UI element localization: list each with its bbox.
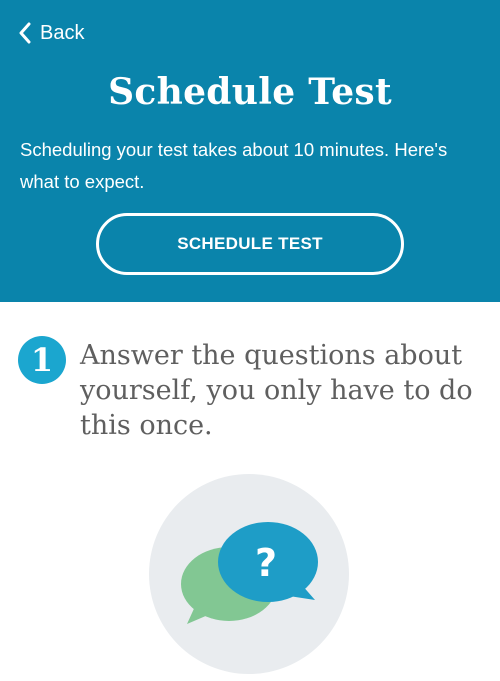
- step-text: Answer the questions about yourself, you…: [80, 340, 473, 441]
- back-button[interactable]: Back: [18, 18, 84, 48]
- chevron-left-icon: [18, 22, 32, 44]
- chat-bubbles-icon: ?: [149, 474, 349, 674]
- question-mark-icon: ?: [255, 541, 277, 585]
- description-text: Scheduling your test takes about 10 minu…: [20, 139, 448, 192]
- step-number-badge: 1: [18, 336, 66, 384]
- page-title: Schedule Test: [108, 71, 392, 113]
- questions-illustration: ?: [149, 474, 349, 674]
- header-banner: Back Schedule Test Scheduling your test …: [0, 0, 500, 302]
- schedule-test-button[interactable]: SCHEDULE TEST: [96, 213, 404, 275]
- back-label: Back: [40, 21, 85, 44]
